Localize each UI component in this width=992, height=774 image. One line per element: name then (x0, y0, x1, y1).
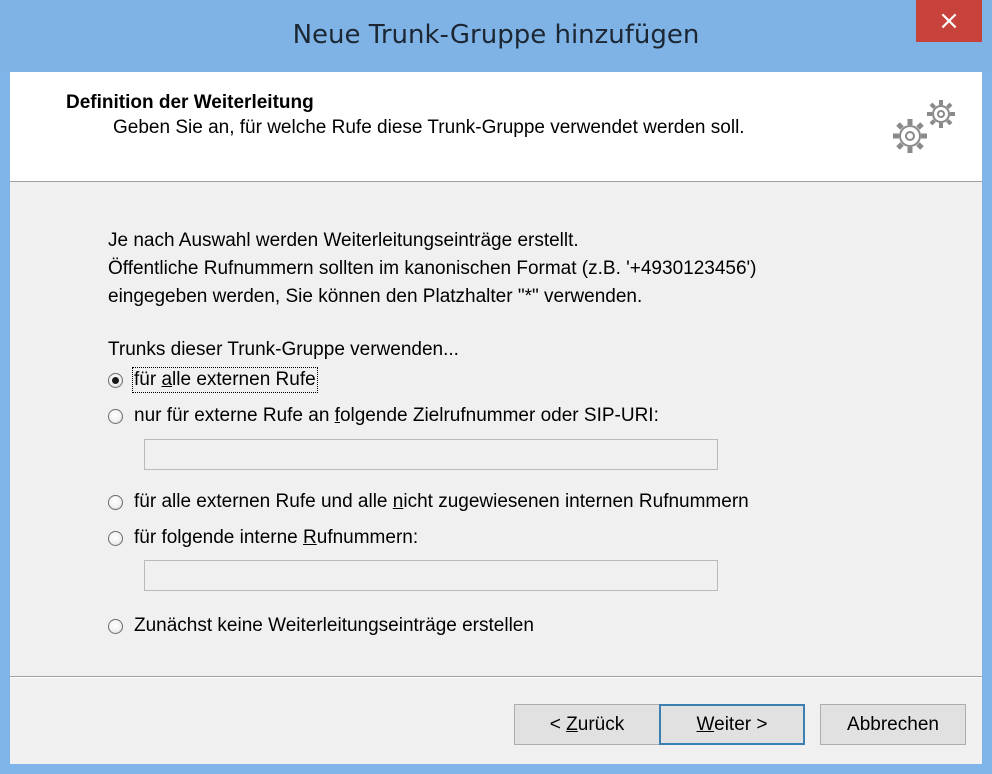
radio-no-entries[interactable]: Zunächst keine Weiterleitungseinträge er… (108, 614, 534, 638)
radio-label-internal-numbers: für folgende interne Rufnummern: (134, 527, 419, 548)
options-group-label: Trunks dieser Trunk-Gruppe verwenden... (108, 339, 459, 360)
radio-label-all-external-and-unassigned: für alle externen Rufe und alle nicht zu… (134, 491, 749, 512)
close-icon: × (938, 6, 960, 36)
radio-button[interactable] (108, 408, 123, 424)
footer-divider (10, 676, 982, 678)
wizard-header: Definition der Weiterleitung Geben Sie a… (10, 72, 982, 182)
intro-line-3: eingegeben werden, Sie können den Platzh… (108, 286, 643, 307)
dialog-client-area: Definition der Weiterleitung Geben Sie a… (10, 72, 982, 764)
radio-all-external-and-unassigned[interactable]: für alle externen Rufe und alle nicht zu… (108, 490, 749, 514)
intro-text: Je nach Auswahl werden Weiterleitungsein… (108, 227, 757, 311)
gears-icon (893, 100, 955, 153)
internal-numbers-input[interactable] (144, 560, 718, 591)
radio-button[interactable] (108, 530, 123, 546)
radio-all-external[interactable]: für alle externen Rufe (108, 367, 318, 393)
next-button[interactable]: Weiter > (659, 704, 805, 745)
radio-button-checked[interactable] (108, 372, 123, 388)
radio-internal-numbers[interactable]: für folgende interne Rufnummern: (108, 526, 418, 550)
page-title: Definition der Weiterleitung (66, 92, 314, 113)
radio-button[interactable] (108, 618, 123, 634)
cancel-button[interactable]: Abbrechen (820, 704, 966, 745)
back-button[interactable]: < Zurück (514, 704, 660, 745)
title-bar[interactable]: Neue Trunk-Gruppe hinzufügen × (0, 0, 992, 72)
wizard-window: Neue Trunk-Gruppe hinzufügen × Definitio… (0, 0, 992, 774)
radio-label-all-external: für alle externen Rufe (132, 367, 318, 393)
window-title: Neue Trunk-Gruppe hinzufügen (292, 20, 700, 50)
radio-specific-target[interactable]: nur für externe Rufe an folgende Zielruf… (108, 404, 659, 428)
radio-button[interactable] (108, 494, 123, 510)
page-subtitle: Geben Sie an, für welche Rufe diese Trun… (113, 117, 745, 138)
target-number-input[interactable] (144, 439, 718, 470)
radio-label-no-entries: Zunächst keine Weiterleitungseinträge er… (134, 615, 534, 636)
radio-label-specific-target: nur für externe Rufe an folgende Zielruf… (134, 405, 659, 426)
intro-line-1: Je nach Auswahl werden Weiterleitungsein… (108, 230, 579, 251)
close-button[interactable]: × (916, 0, 982, 42)
intro-line-2: Öffentliche Rufnummern sollten im kanoni… (108, 258, 757, 279)
